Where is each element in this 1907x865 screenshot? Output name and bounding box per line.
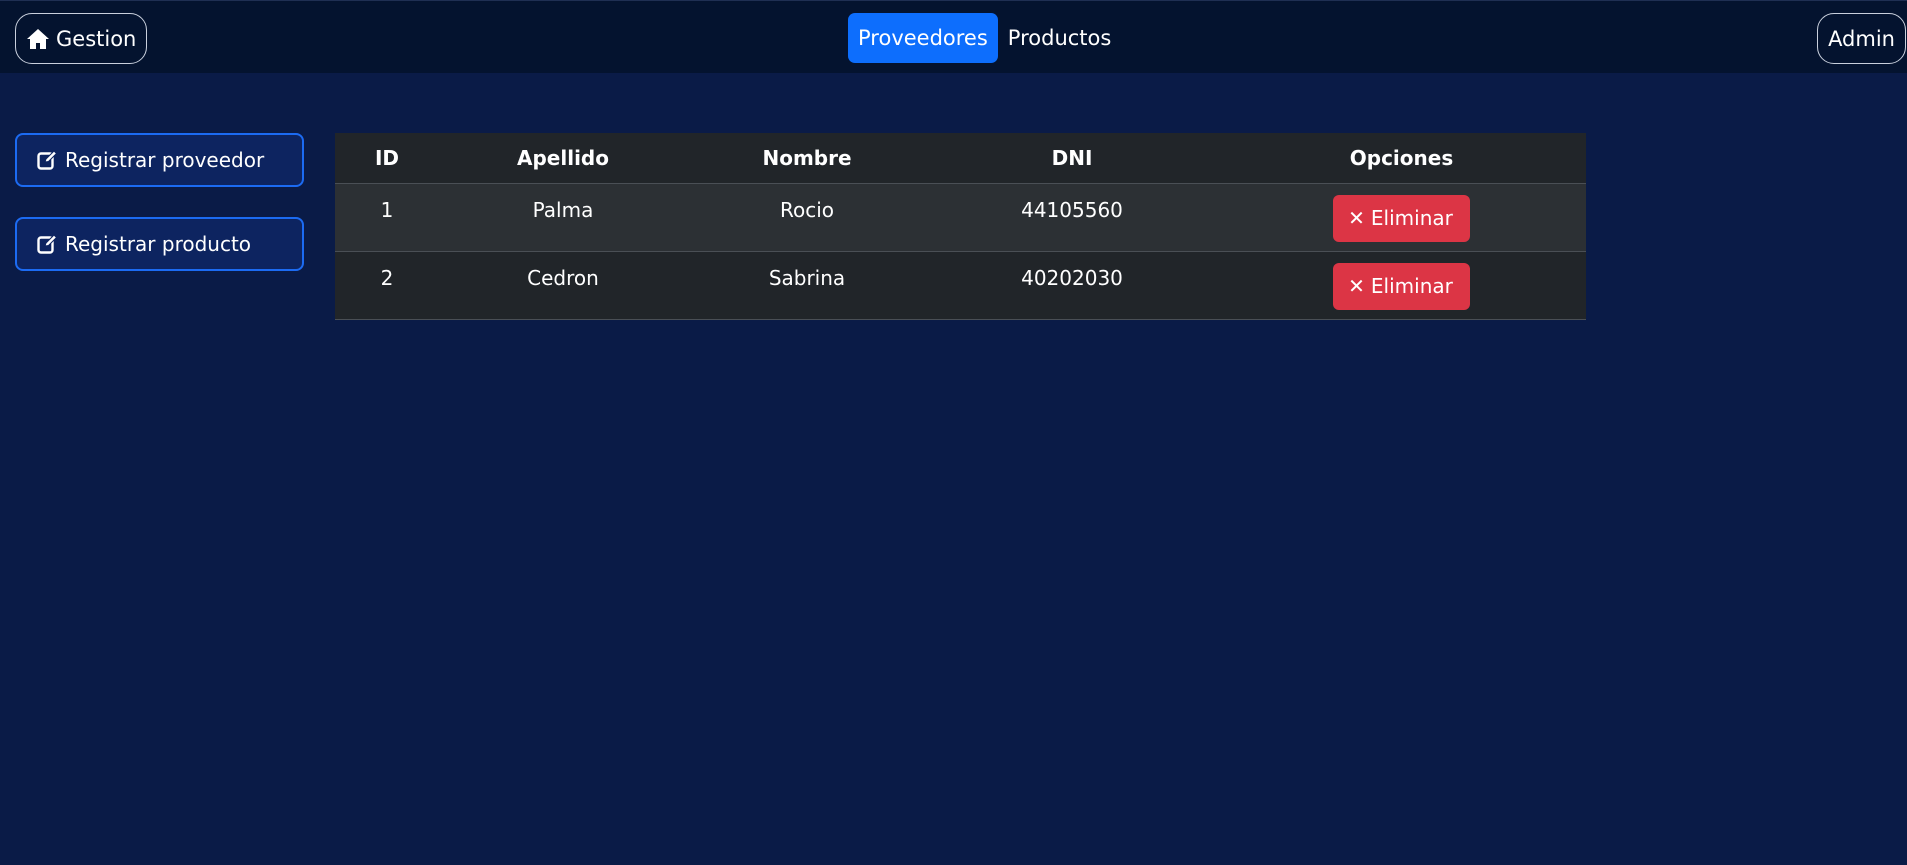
top-navbar: Gestion Proveedores Productos Admin — [0, 0, 1907, 73]
edit-icon — [37, 234, 57, 254]
delete-button-label: Eliminar — [1370, 206, 1453, 230]
cell-nombre: Sabrina — [687, 251, 927, 320]
close-icon: ✕ — [1348, 206, 1365, 230]
cell-apellido: Cedron — [439, 251, 687, 320]
close-icon: ✕ — [1348, 274, 1365, 298]
nav-link-proveedores[interactable]: Proveedores — [848, 13, 998, 63]
brand-home-link[interactable]: Gestion — [15, 13, 148, 64]
column-header-dni: DNI — [927, 133, 1217, 184]
cell-id: 2 — [335, 251, 439, 320]
table-row: 2 Cedron Sabrina 40202030 ✕ Eliminar — [335, 251, 1586, 320]
delete-button[interactable]: ✕ Eliminar — [1333, 262, 1470, 310]
cell-nombre: Rocio — [687, 183, 927, 252]
cell-dni: 44105560 — [927, 183, 1217, 252]
delete-button[interactable]: ✕ Eliminar — [1333, 194, 1470, 242]
table-header-row: ID Apellido Nombre DNI Opciones — [335, 133, 1586, 184]
delete-button-label: Eliminar — [1370, 274, 1453, 298]
register-product-button[interactable]: Registrar producto — [15, 217, 304, 271]
cell-id: 1 — [335, 183, 439, 252]
register-supplier-button[interactable]: Registrar proveedor — [15, 133, 304, 187]
column-header-opciones: Opciones — [1217, 133, 1586, 184]
main-nav: Proveedores Productos — [848, 13, 1121, 63]
register-supplier-label: Registrar proveedor — [65, 148, 265, 172]
suppliers-table-container: ID Apellido Nombre DNI Opciones 1 Palma … — [335, 133, 1586, 320]
register-product-label: Registrar producto — [65, 232, 252, 256]
column-header-apellido: Apellido — [439, 133, 687, 184]
brand-label: Gestion — [56, 26, 137, 51]
cell-options: ✕ Eliminar — [1217, 251, 1586, 320]
home-icon — [27, 28, 49, 49]
admin-user-button[interactable]: Admin — [1817, 13, 1906, 64]
edit-icon — [37, 150, 57, 170]
cell-apellido: Palma — [439, 183, 687, 252]
table-row: 1 Palma Rocio 44105560 ✕ Eliminar — [335, 183, 1586, 252]
column-header-id: ID — [335, 133, 439, 184]
cell-dni: 40202030 — [927, 251, 1217, 320]
nav-link-productos[interactable]: Productos — [998, 13, 1122, 63]
suppliers-table: ID Apellido Nombre DNI Opciones 1 Palma … — [335, 133, 1586, 320]
cell-options: ✕ Eliminar — [1217, 183, 1586, 252]
column-header-nombre: Nombre — [687, 133, 927, 184]
